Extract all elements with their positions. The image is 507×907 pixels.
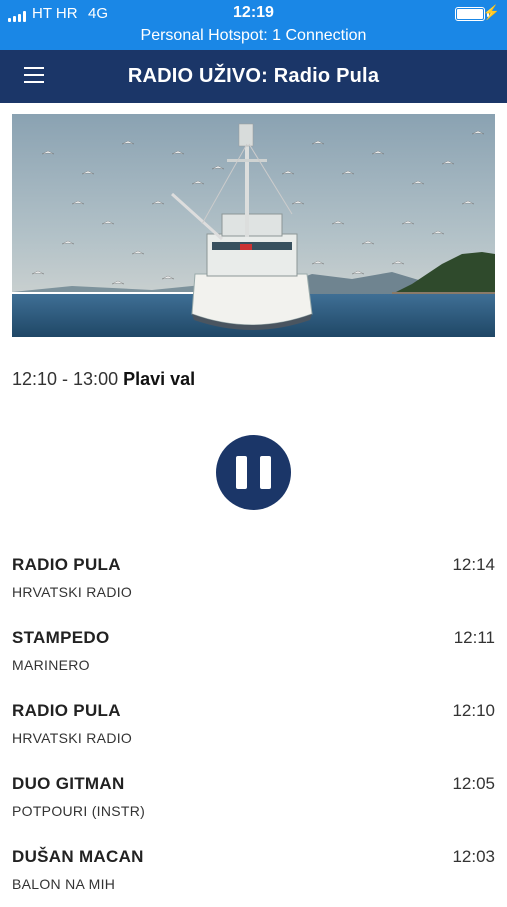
station-image bbox=[12, 114, 495, 337]
track-time: 12:05 bbox=[452, 774, 495, 793]
track-time: 12:14 bbox=[452, 555, 495, 574]
track-artist: DUŠAN MACAN bbox=[12, 847, 144, 866]
track-title: BALON NA MIH bbox=[12, 876, 116, 892]
list-item: RADIO PULA HRVATSKI RADIO 12:14 bbox=[0, 542, 507, 615]
track-title: POTPOURI (INSTR) bbox=[12, 803, 146, 819]
track-artist: RADIO PULA bbox=[12, 701, 121, 720]
track-title: HRVATSKI RADIO bbox=[12, 584, 133, 600]
list-item: RADIO PULA HRVATSKI RADIO 12:10 bbox=[0, 688, 507, 761]
track-artist: DUO GITMAN bbox=[12, 774, 125, 793]
page-title: RADIO UŽIVO: Radio Pula bbox=[127, 65, 380, 87]
track-artist: STAMPEDO bbox=[12, 628, 110, 647]
track-title: MARINERO bbox=[12, 657, 90, 673]
list-item: DUO GITMAN POTPOURI (INSTR) 12:05 bbox=[0, 761, 507, 834]
status-bar: HT HR 4G 12:19 ⚡ Personal Hotspot: 1 Con… bbox=[0, 0, 507, 50]
battery-icon bbox=[455, 7, 489, 21]
nav-bar: RADIO UŽIVO: Radio Pula bbox=[0, 50, 507, 103]
show-name: Plavi val bbox=[123, 369, 196, 389]
hotspot-banner[interactable]: Personal Hotspot: 1 Connection bbox=[0, 27, 507, 45]
track-time: 12:11 bbox=[453, 628, 495, 647]
show-time-range: 12:10 - 13:00 bbox=[12, 369, 119, 389]
pause-button[interactable] bbox=[216, 435, 291, 510]
current-show: 12:10 - 13:00 Plavi val bbox=[12, 369, 195, 390]
fishing-boat-image bbox=[12, 114, 495, 337]
list-item: DUŠAN MACAN BALON NA MIH 12:03 bbox=[0, 834, 507, 907]
track-title: HRVATSKI RADIO bbox=[12, 730, 133, 746]
track-list: RADIO PULA HRVATSKI RADIO 12:14 STAMPEDO… bbox=[0, 542, 507, 907]
track-time: 12:10 bbox=[452, 701, 495, 720]
track-time: 12:03 bbox=[452, 847, 495, 866]
charging-icon: ⚡ bbox=[482, 4, 500, 20]
status-time: 12:19 bbox=[233, 4, 274, 21]
list-item: STAMPEDO MARINERO 12:11 bbox=[0, 615, 507, 688]
track-artist: RADIO PULA bbox=[12, 555, 121, 574]
